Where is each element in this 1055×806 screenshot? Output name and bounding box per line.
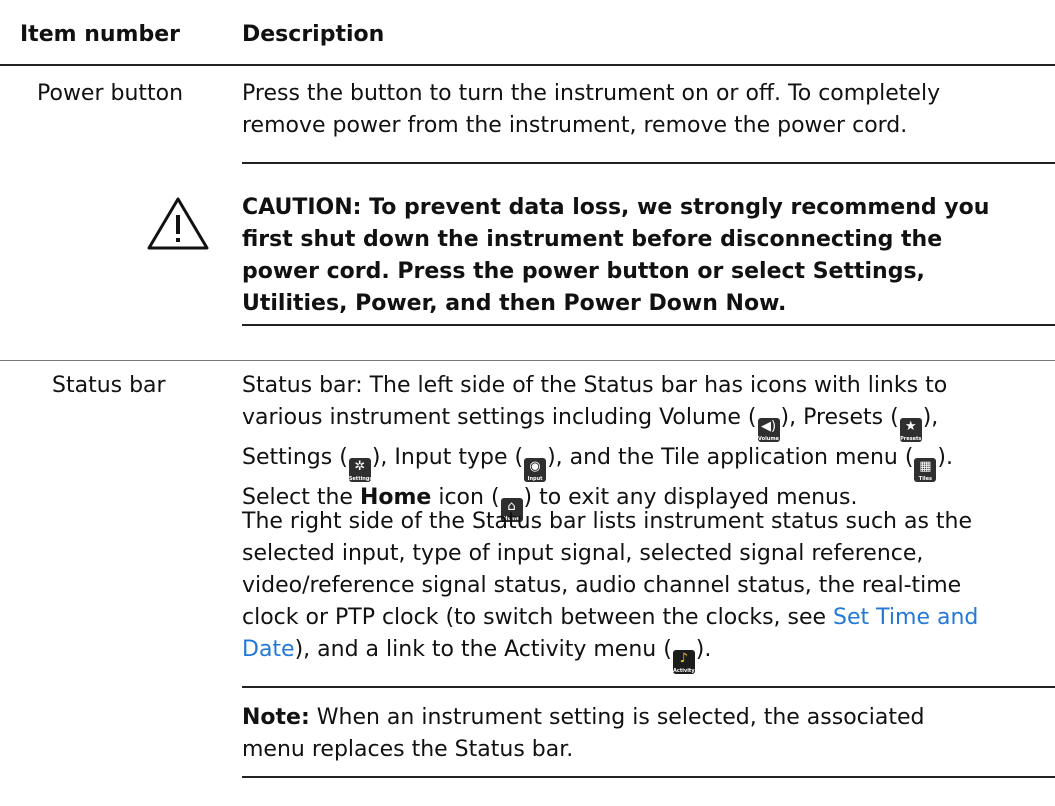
settings-icon[interactable]: ✲ Settings (348, 458, 371, 482)
caution-bottom-rule (242, 324, 1055, 326)
caution-line: first shut down the instrument before di… (242, 227, 943, 252)
note-label: Note: (242, 705, 310, 730)
tiles-icon-caption: Tiles (918, 476, 933, 482)
presets-icon-caption: Presets (900, 436, 922, 442)
status-text: ), Input type ( (371, 445, 524, 470)
caution-warning-icon (147, 197, 209, 250)
activity-icon-glyph: ♪ (679, 651, 688, 666)
caution-top-rule (242, 162, 1055, 164)
row-separator (0, 360, 1055, 361)
caution-line: Utilities, Power, and then Power Down No… (242, 291, 787, 316)
status-text: Settings ( (242, 445, 348, 470)
status-text: various instrument settings including Vo… (242, 405, 757, 430)
note-line: Note: When an instrument setting is sele… (242, 702, 924, 734)
caution-line: power cord. Press the power button or se… (242, 259, 925, 284)
power-description: Press the button to turn the instrument … (242, 78, 940, 142)
header-description: Description (242, 22, 385, 47)
volume-icon[interactable]: ◀) Volume (757, 418, 780, 442)
note-text: When an instrument setting is selected, … (309, 705, 925, 730)
status-text: ), and a link to the Activity menu ( (294, 637, 672, 662)
status-line: Status bar: The left side of the Status … (242, 373, 948, 398)
note-line: menu replaces the Status bar. (242, 737, 574, 762)
status-line: various instrument settings including Vo… (242, 402, 953, 442)
status-bar-paragraph-2: The right side of the Status bar lists i… (242, 506, 978, 674)
status-line: Settings ( ✲ Settings), Input type ( ◉ Input… (242, 442, 953, 482)
status-text: ), and the Tile application menu ( (547, 445, 914, 470)
power-description-line: remove power from the instrument, remove… (242, 113, 908, 138)
item-status-bar: Status bar (52, 373, 166, 398)
input-icon-glyph: ◉ (529, 459, 541, 474)
status-text: ). (937, 445, 953, 470)
tiles-icon-glyph: ▦ (919, 459, 932, 474)
settings-icon-caption: Settings (348, 476, 371, 482)
note-message: Note: When an instrument setting is sele… (242, 702, 924, 766)
header-rule (0, 64, 1055, 66)
status-text: ), Presets ( (780, 405, 899, 430)
caution-message: CAUTION: To prevent data loss, we strong… (242, 192, 989, 320)
settings-icon-glyph: ✲ (354, 459, 366, 474)
note-bottom-rule (242, 776, 1055, 778)
set-time-date-link-cont[interactable]: Date (242, 637, 295, 662)
set-time-date-link[interactable]: Set Time and (833, 605, 978, 630)
presets-icon[interactable]: ★ Presets (899, 418, 922, 442)
status-line: video/reference signal status, audio cha… (242, 573, 962, 598)
note-top-rule (242, 686, 1055, 688)
status-bar-paragraph-1: Status bar: The left side of the Status … (242, 370, 953, 522)
status-line: selected input, type of input signal, se… (242, 541, 924, 566)
input-icon[interactable]: ◉ Input (524, 458, 547, 482)
status-line: clock or PTP clock (to switch between th… (242, 602, 978, 634)
header-item-number: Item number (20, 22, 180, 47)
item-power-button: Power button (37, 81, 184, 106)
presets-icon-glyph: ★ (904, 419, 917, 434)
status-line: Date), and a link to the Activity menu (… (242, 634, 978, 674)
caution-line: CAUTION: To prevent data loss, we strong… (242, 195, 990, 220)
volume-icon-glyph: ◀) (760, 419, 777, 434)
input-icon-caption: Input (527, 476, 543, 482)
volume-icon-caption: Volume (758, 436, 779, 442)
activity-icon-caption: Activity (673, 668, 695, 674)
activity-icon[interactable]: ♪ Activity (672, 650, 695, 674)
status-text: ), (922, 405, 939, 430)
status-line: The right side of the Status bar lists i… (242, 509, 973, 534)
status-text: ). (695, 637, 712, 662)
status-text: clock or PTP clock (to switch between th… (242, 605, 834, 630)
power-description-line: Press the button to turn the instrument … (242, 81, 941, 106)
tiles-icon[interactable]: ▦ Tiles (914, 458, 937, 482)
